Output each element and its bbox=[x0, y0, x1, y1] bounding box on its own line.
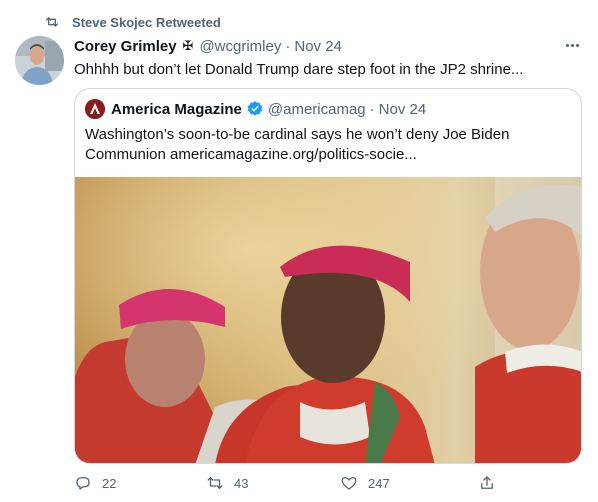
quoted-tweet-header: America Magazine @americamag · Nov 24 bbox=[85, 99, 426, 119]
quoted-tweet-photo[interactable] bbox=[75, 177, 581, 463]
retweet-banner[interactable]: Steve Skojec Retweeted bbox=[44, 12, 221, 32]
reply-icon bbox=[76, 477, 90, 490]
quoted-author-name[interactable]: America Magazine bbox=[111, 101, 242, 118]
separator-dot: · bbox=[285, 37, 291, 55]
more-options-icon[interactable] bbox=[562, 38, 582, 52]
retweet-icon bbox=[46, 17, 58, 27]
tweet-actions: 22 43 247 bbox=[74, 474, 514, 494]
cross-badge: ✠ bbox=[182, 38, 194, 53]
verified-badge-icon bbox=[247, 101, 263, 116]
reply-button[interactable]: 22 bbox=[74, 474, 116, 492]
quoted-tweet-date[interactable]: Nov 24 bbox=[379, 101, 427, 118]
retweet-icon bbox=[207, 477, 223, 489]
retweet-count: 43 bbox=[234, 475, 249, 491]
share-icon bbox=[481, 476, 493, 489]
author-avatar[interactable] bbox=[15, 36, 64, 85]
tweet-date[interactable]: Nov 24 bbox=[294, 38, 342, 55]
america-magazine-logo[interactable] bbox=[85, 99, 105, 119]
reply-count: 22 bbox=[102, 475, 117, 491]
quoted-author-handle[interactable]: @americamag bbox=[268, 101, 366, 118]
quoted-separator-dot: · bbox=[369, 100, 375, 118]
tweet-header: Corey Grimley ✠ @wcgrimley · Nov 24 bbox=[74, 36, 342, 56]
quoted-tweet-text: Washington’s soon-to-be cardinal says he… bbox=[85, 126, 510, 163]
quoted-tweet[interactable]: America Magazine @americamag · Nov 24 Wa… bbox=[74, 88, 582, 464]
retweet-button[interactable]: 43 bbox=[206, 474, 248, 492]
author-name[interactable]: Corey Grimley bbox=[74, 38, 177, 55]
author-handle[interactable]: @wcgrimley bbox=[199, 38, 281, 55]
retweet-banner-text: Steve Skojec Retweeted bbox=[72, 14, 221, 30]
share-button[interactable] bbox=[478, 474, 506, 492]
tweet-text: Ohhhh but don’t let Donald Trump dare st… bbox=[74, 61, 524, 78]
like-count: 247 bbox=[368, 475, 390, 491]
heart-icon bbox=[341, 477, 357, 490]
like-button[interactable]: 247 bbox=[340, 474, 390, 492]
